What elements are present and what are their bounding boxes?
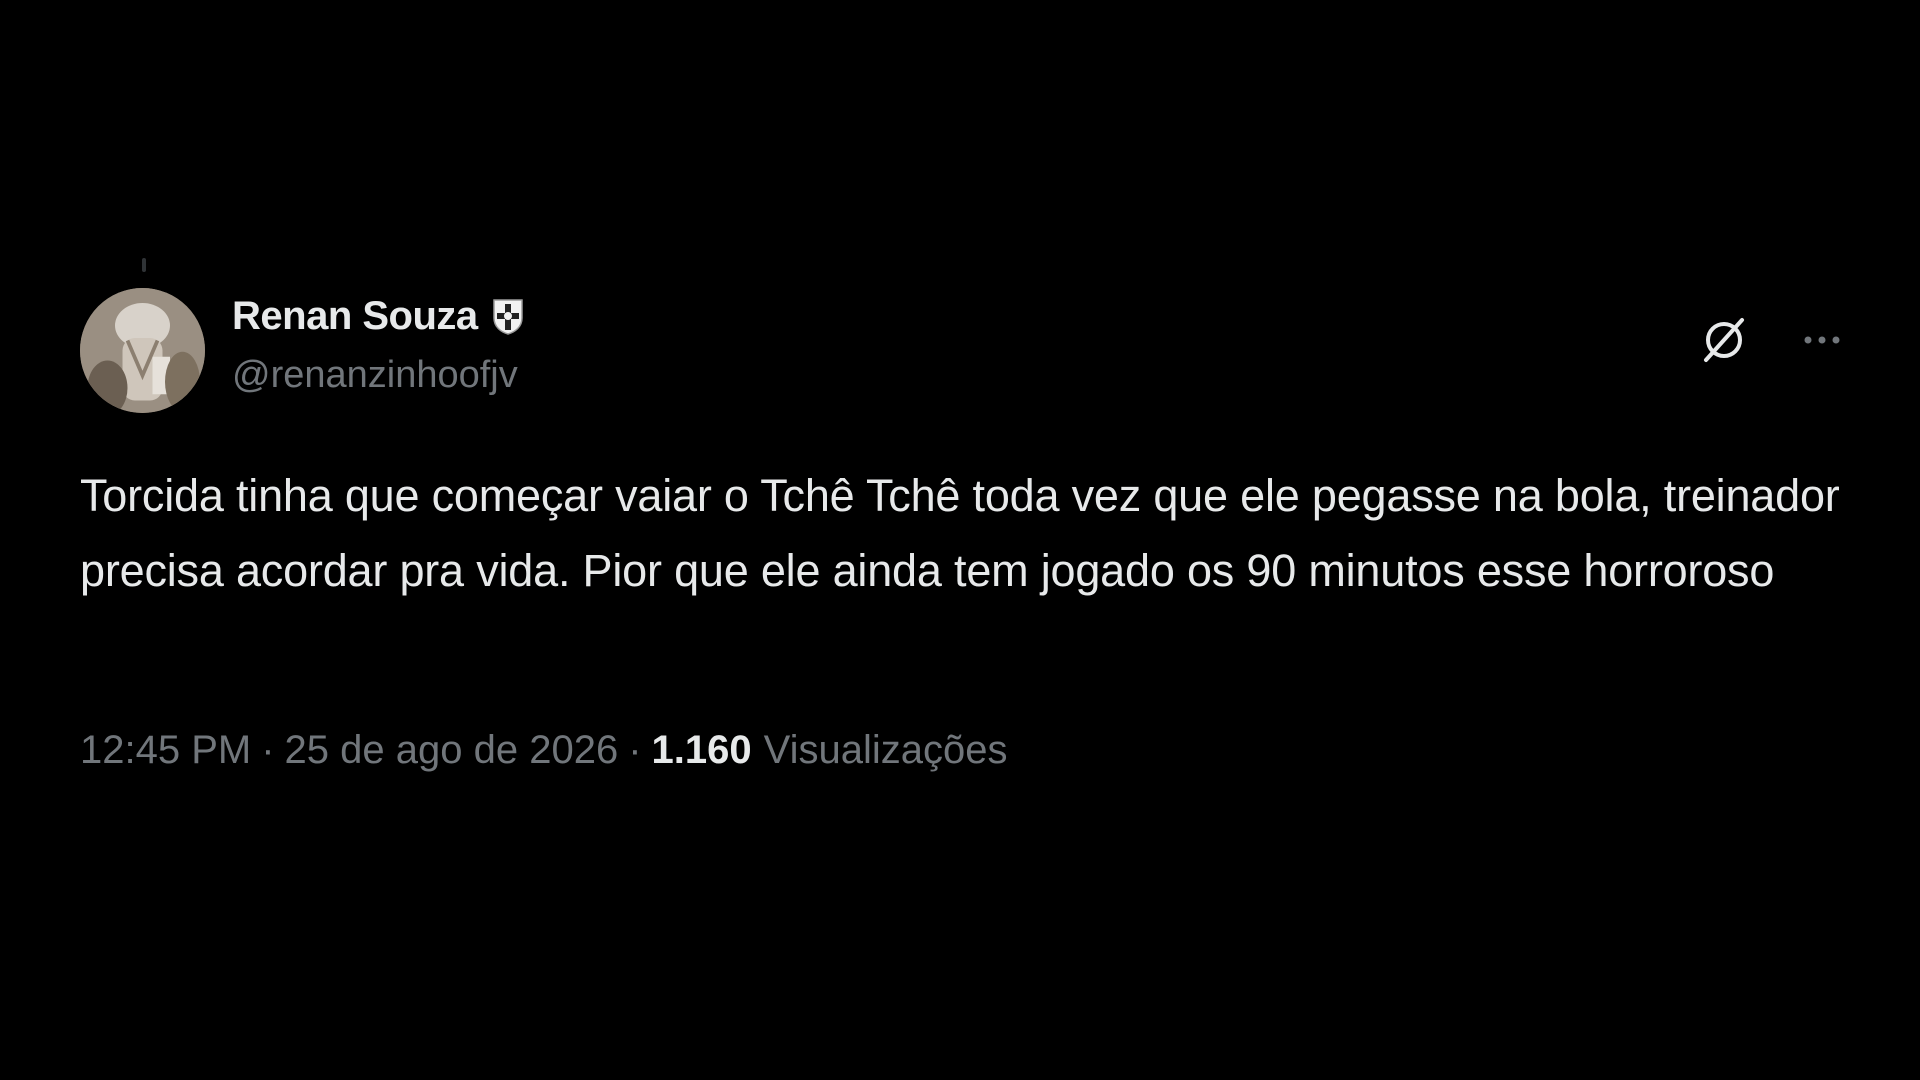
meta-separator: ·: [628, 728, 642, 772]
tweet-text: Torcida tinha que começar vaiar o Tchê T…: [80, 470, 1840, 596]
tweet-date[interactable]: 25 de ago de 2026: [285, 728, 619, 773]
handle[interactable]: @renanzinhoofjv: [232, 354, 528, 397]
team-crest-icon: [488, 296, 528, 336]
display-name[interactable]: Renan Souza: [232, 294, 478, 339]
author-names: Renan Souza @renanzinhoofjv: [232, 292, 528, 397]
grok-icon[interactable]: [1696, 312, 1752, 368]
meta-separator: ·: [261, 728, 275, 772]
display-name-row: Renan Souza: [232, 292, 528, 340]
tweet-time[interactable]: 12:45 PM: [80, 728, 251, 773]
views-count[interactable]: 1.160: [652, 728, 752, 773]
avatar[interactable]: [80, 288, 205, 413]
views-label[interactable]: Visualizações: [764, 728, 1008, 773]
tweet-meta: 12:45 PM · 25 de ago de 2026 · 1.160 Vis…: [80, 728, 1008, 773]
more-icon[interactable]: [1794, 318, 1850, 362]
avatar-image: [80, 288, 205, 413]
thread-line: [142, 258, 146, 272]
tweet-header: Renan Souza @renanzinhoofjv: [80, 282, 1850, 413]
